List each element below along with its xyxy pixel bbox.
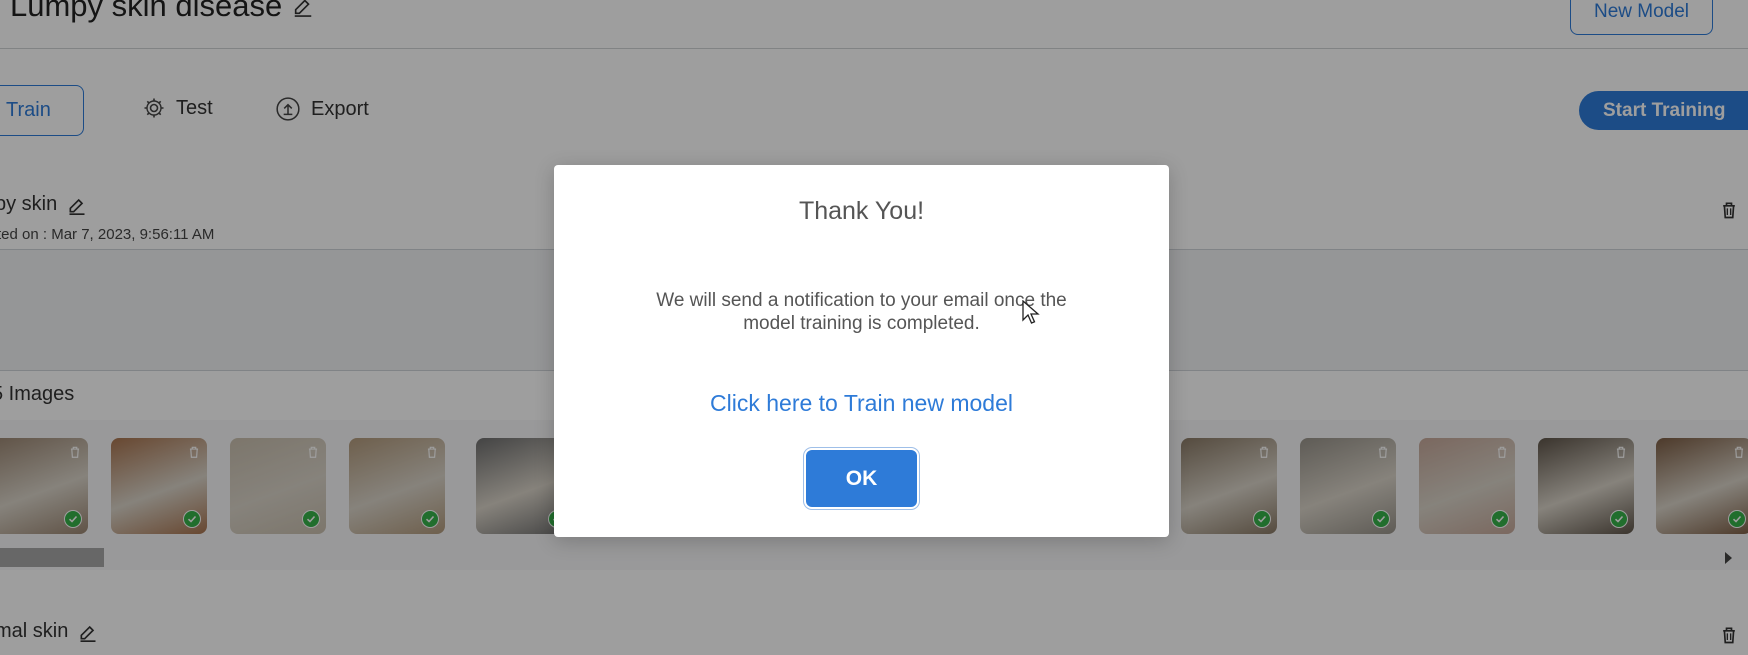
mouse-cursor-icon xyxy=(1022,300,1040,324)
dialog-title: Thank You! xyxy=(798,197,925,225)
train-new-model-link[interactable]: Click here to Train new model xyxy=(554,390,1169,417)
ok-button[interactable]: OK xyxy=(806,450,917,507)
training-confirmation-dialog: Thank You! We will send a notification t… xyxy=(554,165,1169,537)
